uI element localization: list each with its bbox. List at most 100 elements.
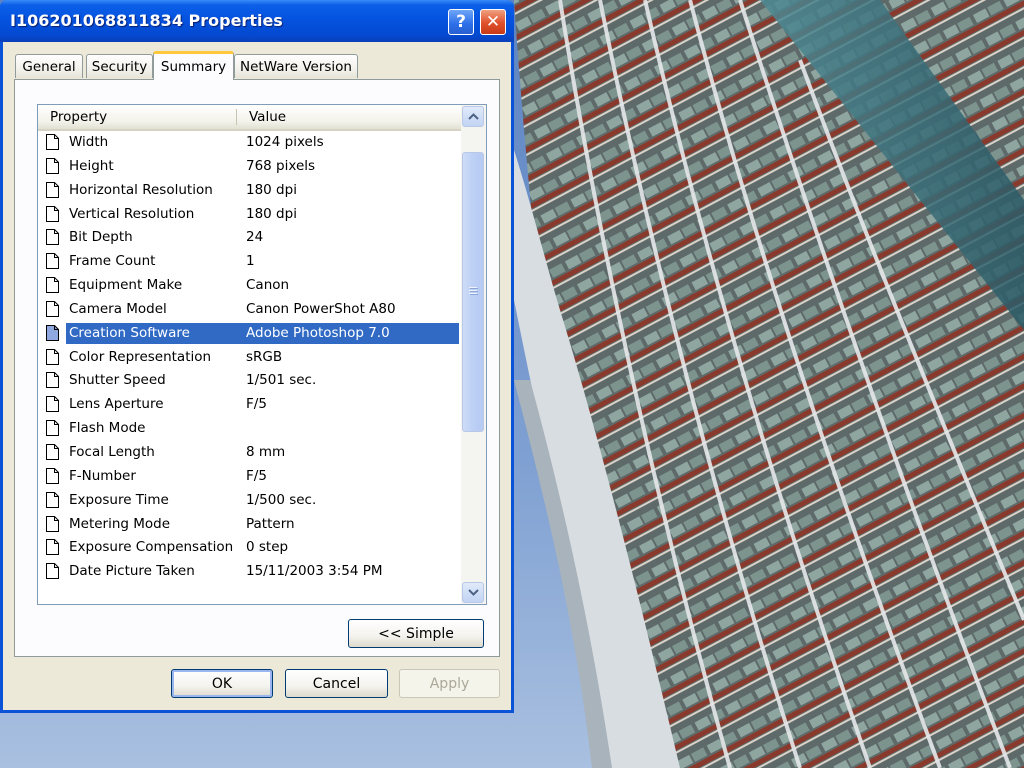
property-value: 15/11/2003 3:54 PM bbox=[246, 563, 383, 580]
property-value: 1 bbox=[246, 253, 255, 270]
properties-list[interactable]: Property Value Width 1024 pixels Height 768… bbox=[37, 104, 487, 605]
document-icon bbox=[46, 300, 59, 317]
list-item[interactable]: Camera Model Canon PowerShot A80 bbox=[38, 298, 461, 322]
list-item[interactable]: Flash Mode bbox=[38, 417, 461, 441]
property-name: F-Number bbox=[69, 467, 136, 484]
property-value: Pattern bbox=[246, 515, 295, 532]
property-name: Shutter Speed bbox=[69, 372, 166, 389]
list-item[interactable]: Exposure Time 1/500 sec. bbox=[38, 489, 461, 513]
chevron-down-icon bbox=[467, 589, 479, 596]
close-icon: ✕ bbox=[485, 12, 501, 32]
list-item[interactable]: Height 768 pixels bbox=[38, 155, 461, 179]
property-value: 8 mm bbox=[246, 443, 286, 460]
list-item[interactable]: Metering Mode Pattern bbox=[38, 513, 461, 537]
property-name: Exposure Compensation bbox=[69, 539, 234, 556]
property-value: 1/500 sec. bbox=[246, 491, 317, 508]
column-divider[interactable] bbox=[236, 109, 237, 125]
property-name: Lens Aperture bbox=[69, 396, 164, 413]
scroll-up-button[interactable] bbox=[462, 106, 484, 127]
button-label: << Simple bbox=[378, 625, 454, 642]
list-item[interactable]: Horizontal Resolution 180 dpi bbox=[38, 179, 461, 203]
property-value: 180 dpi bbox=[246, 181, 297, 198]
property-value: 0 step bbox=[246, 539, 289, 556]
dialog-client-area: General Security Summary NetWare Version… bbox=[3, 42, 511, 710]
document-icon bbox=[46, 467, 59, 484]
property-value: Canon bbox=[246, 277, 290, 294]
summary-tab-panel: Property Value Width 1024 pixels Height 768… bbox=[14, 79, 500, 657]
list-item[interactable]: Color Representation sRGB bbox=[38, 346, 461, 370]
property-value: 180 dpi bbox=[246, 205, 297, 222]
property-name: Width bbox=[69, 134, 109, 150]
grip-icon bbox=[469, 287, 478, 295]
property-name: Equipment Make bbox=[69, 277, 183, 294]
tab-netware-version[interactable]: NetWare Version bbox=[234, 54, 358, 78]
button-label: Cancel bbox=[312, 675, 361, 692]
list-item[interactable]: Creation Software Adobe Photoshop 7.0 bbox=[38, 322, 461, 346]
tab-summary[interactable]: Summary bbox=[153, 51, 234, 80]
column-header-value[interactable]: Value bbox=[249, 109, 286, 125]
list-item[interactable]: Lens Aperture F/5 bbox=[38, 393, 461, 417]
document-icon bbox=[46, 539, 59, 556]
document-icon bbox=[46, 157, 59, 174]
property-value: 1/501 sec. bbox=[246, 372, 317, 389]
list-item[interactable]: Frame Count 1 bbox=[38, 250, 461, 274]
document-icon bbox=[46, 205, 59, 222]
document-icon bbox=[46, 420, 59, 437]
list-item[interactable]: Focal Length 8 mm bbox=[38, 441, 461, 465]
column-header-property[interactable]: Property bbox=[50, 109, 107, 125]
tab-label: Security bbox=[91, 58, 148, 75]
property-value: 24 bbox=[246, 229, 264, 246]
properties-dialog: I106201068811834 Properties ? ✕ General … bbox=[0, 0, 514, 713]
property-name: Camera Model bbox=[69, 300, 167, 317]
close-button[interactable]: ✕ bbox=[480, 9, 506, 35]
tab-security[interactable]: Security bbox=[86, 54, 153, 78]
list-item[interactable]: Date Picture Taken 15/11/2003 3:54 PM bbox=[38, 560, 461, 584]
list-item[interactable]: Equipment Make Canon bbox=[38, 274, 461, 298]
property-name: Date Picture Taken bbox=[69, 563, 195, 580]
document-icon bbox=[46, 181, 59, 198]
apply-button[interactable]: Apply bbox=[399, 669, 500, 698]
list-item[interactable]: Bit Depth 24 bbox=[38, 226, 461, 250]
simple-view-button[interactable]: << Simple bbox=[348, 619, 484, 648]
tab-general[interactable]: General bbox=[15, 54, 83, 78]
button-label: Apply bbox=[429, 675, 470, 692]
tab-label: General bbox=[22, 58, 76, 75]
list-item[interactable]: Exposure Compensation 0 step bbox=[38, 536, 461, 560]
list-item[interactable]: Width 1024 pixels bbox=[38, 131, 461, 155]
list-header: Property Value bbox=[38, 105, 461, 131]
property-value: 768 pixels bbox=[246, 157, 316, 174]
document-icon bbox=[46, 563, 59, 580]
list-rows: Width 1024 pixels Height 768 pixels Horizont… bbox=[38, 131, 461, 584]
document-icon bbox=[46, 443, 59, 460]
property-name: Color Representation bbox=[69, 348, 212, 365]
ok-button[interactable]: OK bbox=[171, 669, 273, 698]
document-icon bbox=[46, 372, 59, 389]
scroll-down-button[interactable] bbox=[462, 582, 484, 603]
property-value: 1024 pixels bbox=[246, 134, 324, 150]
tab-label: NetWare Version bbox=[240, 58, 352, 75]
document-icon bbox=[46, 134, 59, 150]
list-item[interactable]: Shutter Speed 1/501 sec. bbox=[38, 369, 461, 393]
property-name: Frame Count bbox=[69, 253, 156, 270]
property-value: F/5 bbox=[246, 467, 267, 484]
chevron-up-icon bbox=[467, 113, 479, 120]
list-item[interactable]: F-Number F/5 bbox=[38, 465, 461, 489]
list-item[interactable]: Vertical Resolution 180 dpi bbox=[38, 203, 461, 227]
window-title: I106201068811834 Properties bbox=[10, 11, 283, 30]
help-button[interactable]: ? bbox=[448, 9, 474, 35]
title-bar[interactable]: I106201068811834 Properties ? ✕ bbox=[0, 0, 514, 42]
document-icon bbox=[46, 324, 59, 341]
property-value: Canon PowerShot A80 bbox=[246, 300, 396, 317]
document-icon bbox=[46, 515, 59, 532]
button-label: OK bbox=[211, 675, 233, 692]
property-name: Bit Depth bbox=[69, 229, 133, 246]
property-value: Adobe Photoshop 7.0 bbox=[246, 324, 390, 341]
property-name: Creation Software bbox=[69, 324, 190, 341]
cancel-button[interactable]: Cancel bbox=[285, 669, 388, 698]
property-name: Vertical Resolution bbox=[69, 205, 195, 222]
document-icon bbox=[46, 253, 59, 270]
scroll-thumb[interactable] bbox=[462, 152, 484, 432]
help-icon: ? bbox=[456, 12, 466, 32]
vertical-scrollbar[interactable] bbox=[461, 105, 486, 604]
property-name: Exposure Time bbox=[69, 491, 169, 508]
